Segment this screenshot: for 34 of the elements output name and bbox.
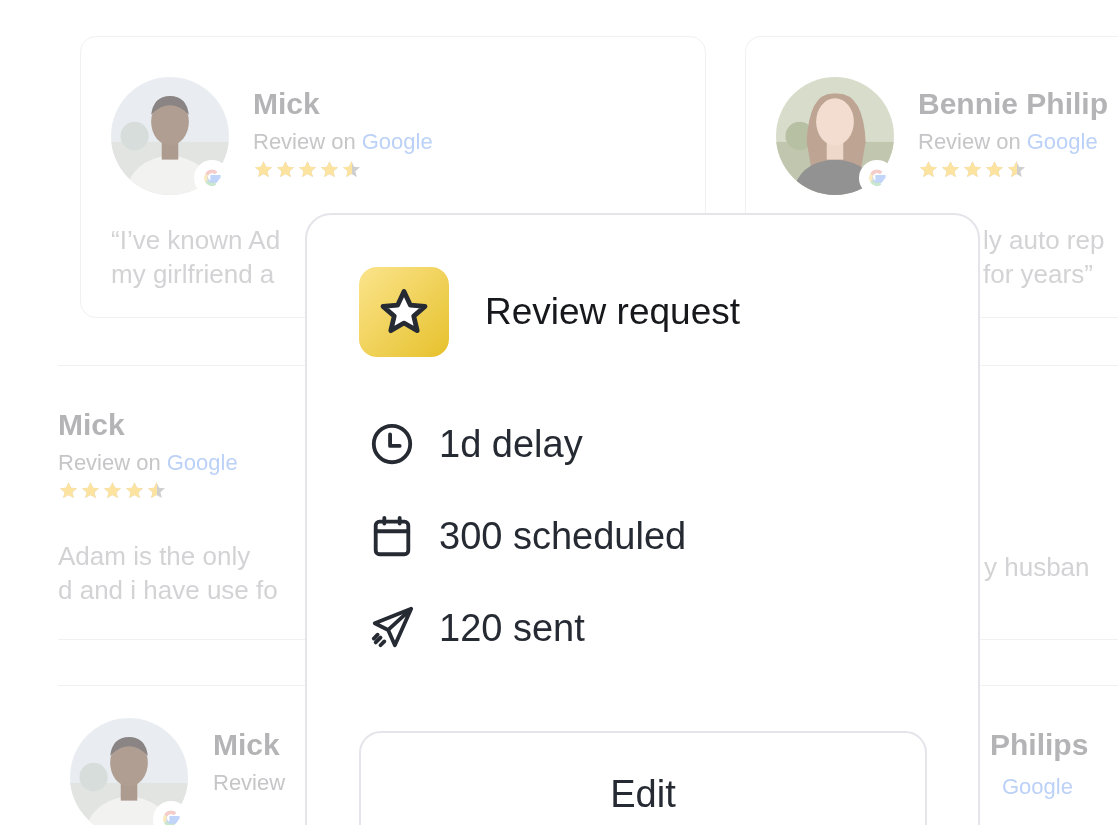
stat-label: 300 scheduled bbox=[439, 514, 687, 559]
source-link[interactable]: Google bbox=[1026, 127, 1098, 157]
reviewer-name: Mick bbox=[58, 407, 125, 443]
card-title: Review request bbox=[485, 291, 740, 333]
star-icon bbox=[275, 159, 296, 180]
reviewer-name: Bennie Philip bbox=[918, 86, 1109, 122]
star-icon bbox=[146, 480, 167, 501]
stat-label: 1d delay bbox=[439, 422, 583, 467]
star-icon bbox=[253, 159, 274, 180]
star-icon bbox=[124, 480, 145, 501]
source-link[interactable]: Google bbox=[166, 448, 238, 478]
star-icon bbox=[102, 480, 123, 501]
star-icon bbox=[80, 480, 101, 501]
reviewer-name: Mick bbox=[213, 727, 280, 763]
star-icon bbox=[962, 159, 983, 180]
review-source-label: Review on bbox=[253, 128, 356, 156]
edit-button[interactable]: Edit bbox=[359, 731, 927, 825]
star-icon bbox=[1006, 159, 1027, 180]
review-source-label: Review bbox=[213, 769, 286, 797]
star-icon bbox=[918, 159, 939, 180]
review-source-label: Review on bbox=[918, 128, 1021, 156]
star-icon bbox=[341, 159, 362, 180]
star-icon bbox=[984, 159, 1005, 180]
star-icon bbox=[319, 159, 340, 180]
source-link[interactable]: Google bbox=[1002, 772, 1073, 802]
source-link[interactable]: Google bbox=[361, 127, 433, 157]
reviewer-name: Mick bbox=[253, 86, 320, 122]
reviewer-name: Philips bbox=[990, 727, 1089, 763]
stat-label: 120 sent bbox=[439, 606, 585, 651]
star-icon bbox=[58, 480, 79, 501]
star-icon bbox=[297, 159, 318, 180]
star-icon bbox=[940, 159, 961, 180]
review-source-label: Review on bbox=[58, 449, 161, 477]
clock-icon bbox=[369, 421, 415, 467]
